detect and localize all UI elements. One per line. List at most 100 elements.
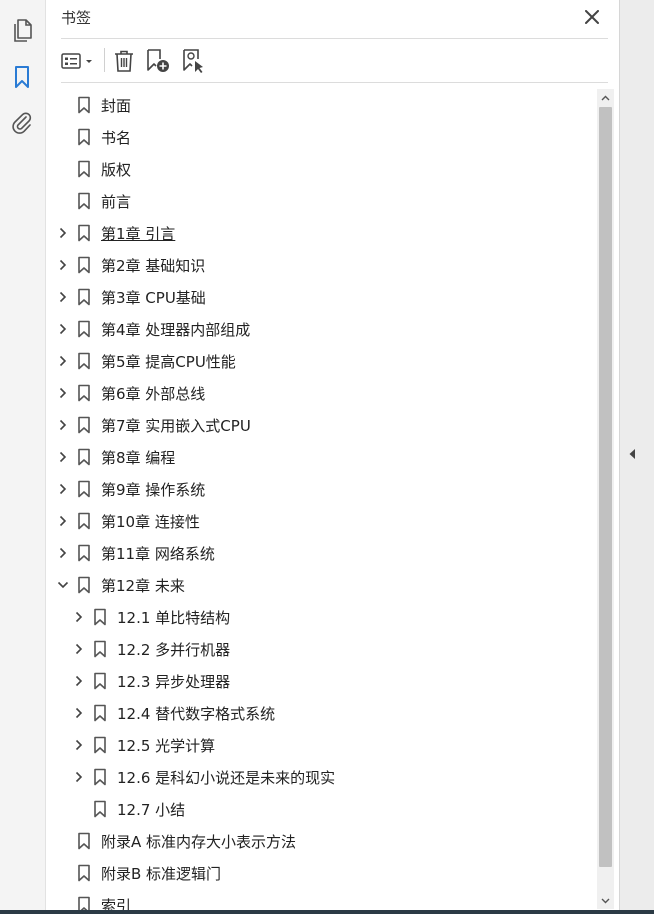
bookmarks-toolbar: [61, 44, 608, 78]
bookmark-label: 第2章 基础知识: [101, 257, 206, 275]
bookmark-label: 12.6 是科幻小说还是未来的现实: [117, 769, 336, 787]
bookmark-item[interactable]: 第7章 实用嵌入式CPU: [46, 409, 596, 441]
bookmark-label: 第5章 提高CPU性能: [101, 353, 236, 371]
chevron-right-icon[interactable]: [71, 705, 87, 721]
close-icon: [585, 10, 599, 24]
bookmark-item[interactable]: 书名: [46, 121, 596, 153]
bookmark-item[interactable]: 第4章 处理器内部组成: [46, 313, 596, 345]
bookmark-search-icon: [183, 49, 203, 73]
bookmark-label: 第12章 未来: [101, 577, 185, 595]
bookmark-icon: [77, 288, 91, 306]
bookmark-label: 第4章 处理器内部组成: [101, 321, 251, 339]
bookmark-item[interactable]: 12.5 光学计算: [46, 729, 596, 761]
bookmark-item[interactable]: 附录A 标准内存大小表示方法: [46, 825, 596, 857]
chevron-right-icon[interactable]: [71, 641, 87, 657]
delete-bookmark-button[interactable]: [111, 46, 137, 76]
chevron-right-icon[interactable]: [71, 673, 87, 689]
bookmark-item[interactable]: 第2章 基础知识: [46, 249, 596, 281]
bookmark-item[interactable]: 第3章 CPU基础: [46, 281, 596, 313]
bookmark-item[interactable]: 12.3 异步处理器: [46, 665, 596, 697]
chevron-right-icon[interactable]: [55, 417, 71, 433]
bookmark-label: 第3章 CPU基础: [101, 289, 206, 307]
bookmark-item[interactable]: 第8章 编程: [46, 441, 596, 473]
add-bookmark-icon: [147, 49, 169, 72]
vertical-scrollbar[interactable]: [597, 89, 614, 909]
bookmark-item[interactable]: 第5章 提高CPU性能: [46, 345, 596, 377]
chevron-right-icon[interactable]: [55, 225, 71, 241]
bookmark-label: 前言: [101, 193, 132, 211]
chevron-right-icon[interactable]: [55, 385, 71, 401]
bookmark-icon: [77, 864, 91, 882]
bookmark-label: 12.3 异步处理器: [117, 673, 231, 691]
chevron-right-icon[interactable]: [55, 257, 71, 273]
scrollbar-thumb[interactable]: [599, 107, 612, 867]
bookmark-item[interactable]: 第6章 外部总线: [46, 377, 596, 409]
bookmark-icon: [77, 224, 91, 242]
header-divider: [61, 38, 608, 39]
bookmark-label: 第9章 操作系统: [101, 481, 206, 499]
bookmark-item[interactable]: 第1章 引言: [46, 217, 596, 249]
bookmark-item[interactable]: 第12章 未来: [46, 569, 596, 601]
bookmark-item[interactable]: 第10章 连接性: [46, 505, 596, 537]
bookmark-label: 12.2 多并行机器: [117, 641, 231, 659]
chevron-right-icon[interactable]: [55, 513, 71, 529]
bookmark-item[interactable]: 12.1 单比特结构: [46, 601, 596, 633]
panel-header: 书签: [46, 0, 619, 38]
bookmark-icon: [77, 256, 91, 274]
panel-title: 书签: [61, 9, 92, 27]
bookmark-item[interactable]: 版权: [46, 153, 596, 185]
bookmark-icon[interactable]: [8, 63, 36, 91]
chevron-up-icon: [601, 95, 610, 100]
find-current-bookmark-button[interactable]: [178, 46, 208, 76]
chevron-down-icon[interactable]: [55, 577, 71, 593]
chevron-right-icon[interactable]: [55, 545, 71, 561]
bookmark-item[interactable]: 附录B 标准逻辑门: [46, 857, 596, 889]
bookmark-tree: 封面书名版权前言第1章 引言第2章 基础知识 第3章 CPU基础第4章 处理器内部…: [46, 89, 596, 914]
bookmark-item[interactable]: 12.6 是科幻小说还是未来的现实: [46, 761, 596, 793]
pages-icon[interactable]: [8, 17, 36, 45]
bookmark-label: 第10章 连接性: [101, 513, 200, 531]
bookmark-label: 12.1 单比特结构: [117, 609, 231, 627]
chevron-right-icon[interactable]: [55, 481, 71, 497]
bookmark-item[interactable]: 第9章 操作系统: [46, 473, 596, 505]
bookmark-icon: [77, 320, 91, 338]
chevron-right-icon[interactable]: [71, 769, 87, 785]
bookmark-icon: [77, 832, 91, 850]
chevron-right-icon[interactable]: [55, 449, 71, 465]
panel-collapse-strip: [619, 0, 654, 914]
bookmark-item[interactable]: 前言: [46, 185, 596, 217]
new-bookmark-button[interactable]: [144, 46, 172, 76]
bottom-edge: [0, 910, 654, 914]
bookmark-label: 第1章 引言: [101, 225, 176, 243]
bookmark-label: 版权: [101, 161, 132, 179]
bookmark-icon: [77, 128, 91, 146]
chevron-right-icon[interactable]: [55, 353, 71, 369]
chevron-right-icon[interactable]: [71, 609, 87, 625]
chevron-right-icon[interactable]: [71, 737, 87, 753]
bookmark-icon: [77, 416, 91, 434]
scroll-up-button[interactable]: [597, 89, 614, 106]
bookmark-item[interactable]: 封面: [46, 89, 596, 121]
bookmark-icon: [77, 480, 91, 498]
scroll-down-button[interactable]: [597, 892, 614, 909]
bookmark-icon: [77, 512, 91, 530]
bookmark-item[interactable]: 第11章 网络系统: [46, 537, 596, 569]
close-button[interactable]: [581, 6, 603, 28]
bookmark-item[interactable]: 12.4 替代数字格式系统: [46, 697, 596, 729]
collapse-panel-button[interactable]: [624, 446, 640, 462]
bookmark-label: 附录B 标准逻辑门: [101, 865, 222, 883]
chevron-right-icon[interactable]: [55, 321, 71, 337]
bookmark-label: 封面: [101, 97, 132, 115]
bookmark-item[interactable]: 12.2 多并行机器: [46, 633, 596, 665]
attachment-icon[interactable]: [8, 109, 36, 137]
chevron-down-icon: [601, 898, 610, 903]
bookmark-icon: [93, 768, 107, 786]
chevron-right-icon[interactable]: [55, 289, 71, 305]
options-menu-button[interactable]: [61, 46, 97, 76]
bookmark-icon: [77, 96, 91, 114]
bookmark-label: 附录A 标准内存大小表示方法: [101, 833, 297, 851]
bookmark-icon: [77, 192, 91, 210]
bookmark-icon: [77, 544, 91, 562]
bookmark-item[interactable]: 12.7 小结: [46, 793, 596, 825]
bookmark-icon: [77, 448, 91, 466]
